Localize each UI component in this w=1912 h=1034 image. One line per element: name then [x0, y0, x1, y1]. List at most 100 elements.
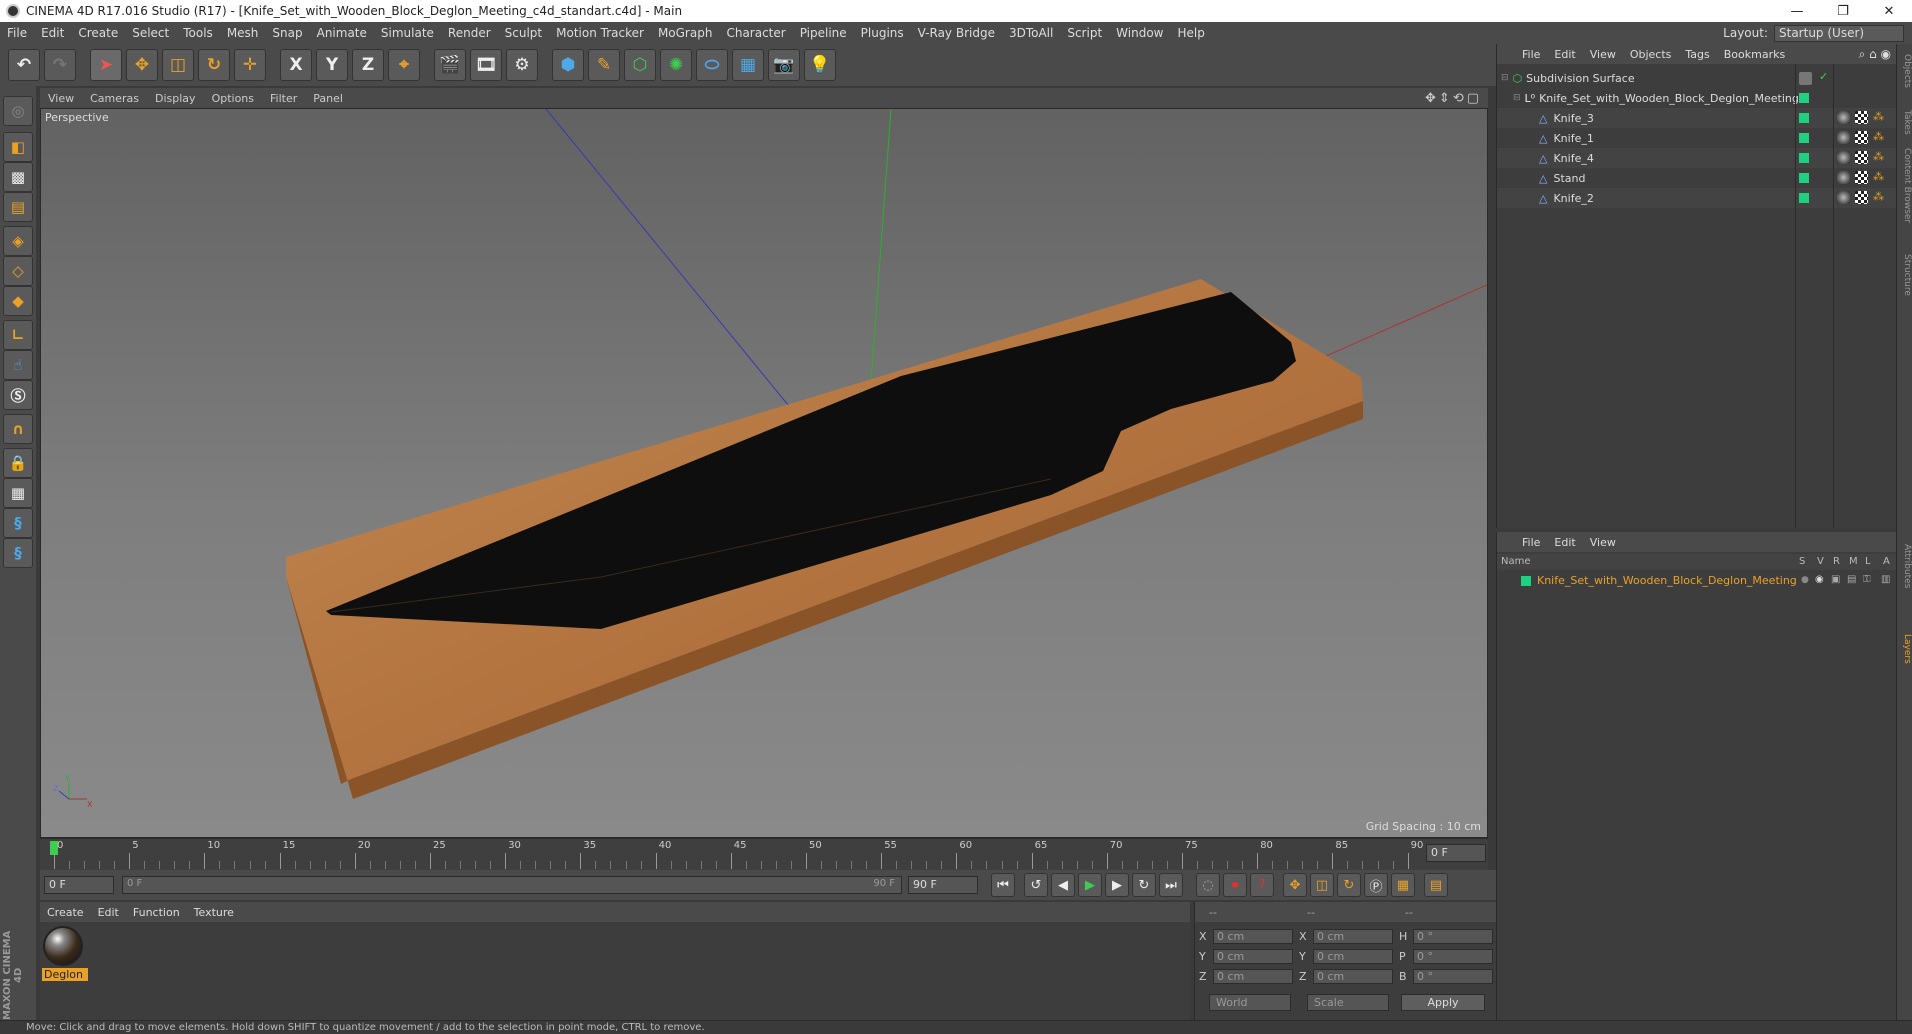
maximize-button[interactable]: ❐	[1820, 4, 1866, 19]
go-to-end-icon[interactable]: ⏭	[1159, 873, 1183, 897]
snap-icon[interactable]: Ⓢ	[3, 380, 33, 410]
selection-tag-icon[interactable]: ⁂	[1873, 190, 1884, 203]
menu-tools[interactable]: Tools	[176, 26, 220, 40]
material-tag-icon[interactable]	[1837, 151, 1850, 164]
selection-tag-icon[interactable]: ⁂	[1873, 110, 1884, 123]
layer-render-icon[interactable]: ▣	[1831, 574, 1840, 585]
tweak-mode-icon[interactable]: ☝	[3, 350, 33, 380]
camera-icon[interactable]: 📷	[768, 49, 800, 81]
python-icon[interactable]: §	[3, 508, 33, 538]
rotation-h-field[interactable]: 0 °	[1413, 929, 1493, 944]
cloner-icon[interactable]: ✺	[660, 49, 692, 81]
viewport-menu-options[interactable]: Options	[204, 92, 262, 105]
material-menu-create[interactable]: Create	[40, 906, 91, 919]
menu-vray-bridge[interactable]: V-Ray Bridge	[911, 26, 1002, 40]
viewport-menu-view[interactable]: View	[40, 92, 82, 105]
layer-animation-icon[interactable]: ▥	[1881, 574, 1890, 585]
edges-mode-icon[interactable]: ◇	[3, 256, 33, 286]
menu-character[interactable]: Character	[719, 26, 792, 40]
3d-viewport[interactable]: Perspective Y X Z Grid Spacing : 10 cm	[40, 108, 1488, 838]
menu-sculpt[interactable]: Sculpt	[498, 26, 549, 40]
viewport-navigation-icons[interactable]: ✥⇕⟲▢	[1425, 91, 1488, 106]
menu-window[interactable]: Window	[1109, 26, 1170, 40]
light-icon[interactable]: 💡	[804, 49, 836, 81]
layout-dropdown[interactable]: Startup (User)	[1774, 24, 1904, 42]
material-tag-icon[interactable]	[1837, 171, 1850, 184]
layer-lock-icon[interactable]: ⚿	[1863, 574, 1871, 585]
uvw-tag-icon[interactable]	[1855, 151, 1868, 164]
transform-icon[interactable]: ✛	[234, 49, 266, 81]
collapse-icon[interactable]: ⊟	[1501, 73, 1509, 83]
position-y-field[interactable]: 0 cm	[1213, 949, 1293, 964]
menu-3dtoall[interactable]: 3DToAll	[1002, 26, 1060, 40]
polygons-mode-icon[interactable]: ◆	[3, 286, 33, 316]
layer-color-icon[interactable]	[1799, 153, 1809, 163]
menu-help[interactable]: Help	[1170, 26, 1211, 40]
lock-workplane-icon[interactable]: 🔒	[3, 448, 33, 478]
layer-visible-eye-icon[interactable]: ◉	[1815, 574, 1824, 585]
side-tab-takes[interactable]: Takes	[1898, 110, 1912, 135]
object-row-knife-4[interactable]: △ Knife_4 ⁂	[1497, 148, 1897, 168]
next-key-icon[interactable]: ↻	[1132, 873, 1156, 897]
layer-color-icon[interactable]	[1799, 93, 1809, 103]
deformer-icon[interactable]: ⬭	[696, 49, 728, 81]
menu-animate[interactable]: Animate	[310, 26, 374, 40]
redo-icon[interactable]: ↷	[44, 49, 76, 81]
minimize-button[interactable]: —	[1774, 4, 1820, 19]
key-rotation-icon[interactable]: ↻	[1337, 873, 1361, 897]
menu-edit[interactable]: Edit	[34, 26, 71, 40]
objects-menu-file[interactable]: File	[1515, 48, 1547, 61]
live-selection-icon[interactable]: ➤	[90, 49, 122, 81]
key-position-icon[interactable]: ✥	[1283, 873, 1307, 897]
selection-tag-icon[interactable]: ⁂	[1873, 150, 1884, 163]
frame-range-slider[interactable]: 0 F 90 F	[122, 876, 902, 894]
end-frame-field[interactable]: 90 F	[908, 876, 978, 894]
apply-button[interactable]: Apply	[1401, 994, 1485, 1011]
material-swatch[interactable]: Deglon	[40, 922, 90, 988]
menu-simulate[interactable]: Simulate	[374, 26, 441, 40]
make-editable-icon[interactable]: ◎	[3, 96, 33, 126]
rotation-b-field[interactable]: 0 °	[1413, 969, 1493, 984]
position-z-field[interactable]: 0 cm	[1213, 969, 1293, 984]
autokeying-icon[interactable]: ?	[1250, 873, 1274, 897]
python-console-icon[interactable]: §	[3, 538, 33, 568]
layer-solo-toggle[interactable]: ●	[1801, 575, 1809, 585]
selection-tag-icon[interactable]: ⁂	[1873, 130, 1884, 143]
side-tab-attributes[interactable]: Attributes	[1898, 544, 1912, 588]
object-row-knife-2[interactable]: △ Knife_2 ⁂	[1497, 188, 1897, 208]
position-x-field[interactable]: 0 cm	[1213, 929, 1293, 944]
object-search-icon[interactable]: ⌕ ⌂ ◉	[1859, 47, 1897, 62]
rotation-p-field[interactable]: 0 °	[1413, 949, 1493, 964]
key-pla-icon[interactable]: ▦	[1391, 873, 1415, 897]
model-mode-icon[interactable]: ◧	[3, 132, 33, 162]
workplane-icon[interactable]: ▤	[3, 192, 33, 222]
current-frame-field[interactable]: 0 F	[1426, 844, 1486, 862]
side-tab-structure[interactable]: Structure	[1898, 254, 1912, 296]
go-to-start-icon[interactable]: ⏮	[991, 873, 1015, 897]
magnet-icon[interactable]: ∩	[3, 414, 33, 444]
menu-snap[interactable]: Snap	[265, 26, 309, 40]
menu-motion-tracker[interactable]: Motion Tracker	[549, 26, 651, 40]
layer-color-icon[interactable]	[1799, 173, 1809, 183]
key-parameter-icon[interactable]: Ⓟ	[1364, 873, 1388, 897]
menu-select[interactable]: Select	[125, 26, 176, 40]
size-z-field[interactable]: 0 cm	[1313, 969, 1393, 984]
y-axis-lock-button[interactable]: Y	[316, 49, 348, 81]
subdivision-surface-icon[interactable]: ⬡	[624, 49, 656, 81]
side-tab-objects[interactable]: Objects	[1898, 54, 1912, 88]
render-settings-icon[interactable]: ⚙	[506, 49, 538, 81]
object-row-knife-1[interactable]: △ Knife_1 ⁂	[1497, 128, 1897, 148]
previous-key-icon[interactable]: ↺	[1024, 873, 1048, 897]
object-row-stand[interactable]: △ Stand ⁂	[1497, 168, 1897, 188]
viewport-menu-panel[interactable]: Panel	[305, 92, 351, 105]
object-row-subdivision-surface[interactable]: ⊟ ⬡ Subdivision Surface ✓	[1497, 68, 1897, 88]
key-scale-icon[interactable]: ◫	[1310, 873, 1334, 897]
editor-visibility-icon[interactable]	[1799, 72, 1812, 85]
x-axis-lock-button[interactable]: X	[280, 49, 312, 81]
floor-icon[interactable]: ▦	[732, 49, 764, 81]
menu-file[interactable]: File	[0, 26, 34, 40]
planar-workplane-icon[interactable]: ▦	[3, 478, 33, 508]
coordinate-mode-dropdown[interactable]: World	[1209, 994, 1291, 1011]
object-row-knife-3[interactable]: △ Knife_3 ⁂	[1497, 108, 1897, 128]
collapse-icon[interactable]: ⊟	[1513, 93, 1521, 103]
